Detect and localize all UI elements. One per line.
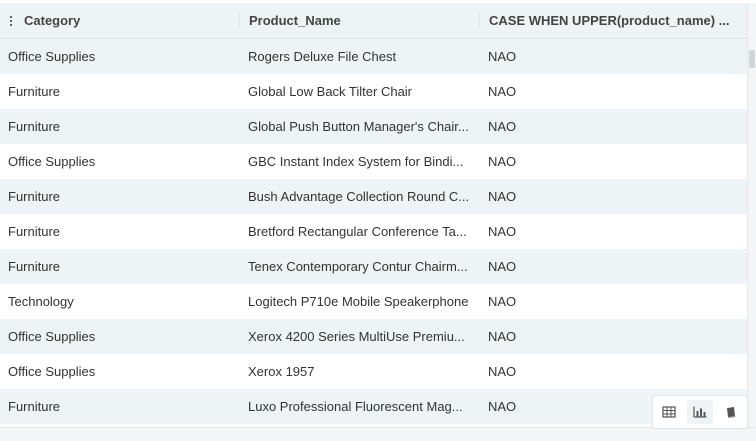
- cell-product-name: Bush Advantage Collection Round C...: [248, 189, 470, 204]
- cell-case: NAO: [488, 154, 517, 169]
- chart-view-button[interactable]: [686, 400, 713, 424]
- scrollbar-thumb[interactable]: [749, 50, 755, 68]
- table-row[interactable]: Furniture Global Low Back Tilter Chair NAO: [0, 74, 748, 109]
- table-row[interactable]: Furniture Bush Advantage Collection Round…: [0, 179, 748, 214]
- cell-category: Office Supplies: [8, 49, 96, 64]
- cell-product-name: Global Push Button Manager's Chair...: [248, 119, 469, 134]
- notebook-icon: [727, 407, 736, 418]
- cell-product-name: Logitech P710e Mobile Speakerphone: [248, 294, 469, 309]
- cell-case: NAO: [488, 224, 517, 239]
- cell-product-name: Bretford Rectangular Conference Ta...: [248, 224, 467, 239]
- notebook-view-button[interactable]: [718, 400, 744, 424]
- cell-case: NAO: [488, 364, 517, 379]
- cell-category: Technology: [8, 294, 74, 309]
- cell-case: NAO: [488, 329, 517, 344]
- cell-case: NAO: [488, 294, 517, 309]
- cell-category: Furniture: [8, 84, 61, 99]
- cell-product-name: Xerox 1957: [248, 364, 315, 379]
- cell-case: NAO: [488, 189, 517, 204]
- table-view-button[interactable]: [656, 400, 682, 424]
- cell-category: Office Supplies: [8, 154, 96, 169]
- cell-product-name: Rogers Deluxe File Chest: [248, 49, 397, 64]
- table-view-icon: [662, 406, 676, 418]
- view-toolbar: [652, 395, 748, 429]
- cell-product-name: Luxo Professional Fluorescent Mag...: [248, 399, 463, 414]
- table-row[interactable]: Furniture Tenex Contemporary Contur Chair…: [0, 249, 748, 284]
- drag-handle-icon[interactable]: [10, 15, 12, 26]
- table-body: Office Supplies Rogers Deluxe File Chest N…: [0, 39, 748, 424]
- results-table: Category Product_Name CASE WHEN UPPER(pr…: [0, 3, 748, 424]
- vertical-scrollbar[interactable]: [747, 3, 756, 428]
- cell-case: NAO: [488, 259, 517, 274]
- table-row[interactable]: Technology Logitech P710e Mobile Speakerp…: [0, 284, 748, 319]
- cell-product-name: Tenex Contemporary Contur Chairm...: [248, 259, 468, 274]
- table-header: Category Product_Name CASE WHEN UPPER(pr…: [0, 3, 748, 39]
- cell-product-name: Global Low Back Tilter Chair: [248, 84, 413, 99]
- table-row[interactable]: Office Supplies Rogers Deluxe File Chest N…: [0, 39, 748, 74]
- cell-category: Furniture: [8, 224, 61, 239]
- table-row[interactable]: Office Supplies GBC Instant Index System …: [0, 144, 748, 179]
- table-row[interactable]: Furniture Bretford Rectangular Conference…: [0, 214, 748, 249]
- horizontal-scrollbar[interactable]: [0, 427, 756, 441]
- cell-category: Furniture: [8, 189, 61, 204]
- table-row[interactable]: Office Supplies Xerox 4200 Series MultiUs…: [0, 319, 748, 354]
- cell-category: Office Supplies: [8, 364, 96, 379]
- bar-chart-icon: [693, 406, 707, 418]
- cell-category: Furniture: [8, 119, 61, 134]
- column-header-product-name[interactable]: Product_Name: [239, 13, 479, 28]
- table-row[interactable]: Furniture Luxo Professional Fluorescent M…: [0, 389, 748, 424]
- cell-case: NAO: [488, 119, 517, 134]
- cell-case: NAO: [488, 84, 517, 99]
- cell-category: Furniture: [8, 259, 61, 274]
- table-row[interactable]: Office Supplies Xerox 1957 NAO: [0, 354, 748, 389]
- column-header-case[interactable]: CASE WHEN UPPER(product_name) ...: [479, 13, 748, 28]
- cell-category: Furniture: [8, 399, 61, 414]
- cell-category: Office Supplies: [8, 329, 96, 344]
- results-panel: Category Product_Name CASE WHEN UPPER(pr…: [0, 0, 756, 441]
- cell-case: NAO: [488, 49, 517, 64]
- cell-product-name: Xerox 4200 Series MultiUse Premiu...: [248, 329, 465, 344]
- column-header-category[interactable]: Category: [0, 13, 239, 28]
- table-row[interactable]: Furniture Global Push Button Manager's Ch…: [0, 109, 748, 144]
- cell-product-name: GBC Instant Index System for Bindi...: [248, 154, 464, 169]
